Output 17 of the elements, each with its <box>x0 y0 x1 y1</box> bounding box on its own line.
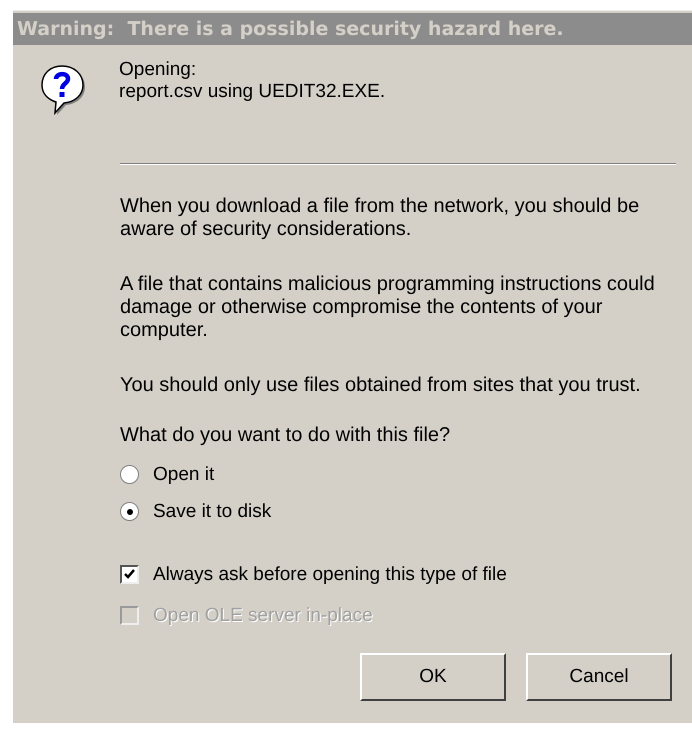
dialog-button[interactable]: OK <box>360 653 506 701</box>
check-mark-icon <box>123 568 136 581</box>
checkbox[interactable] <box>120 565 139 584</box>
dialog-button[interactable]: Cancel <box>526 653 672 701</box>
paragraph: A file that contains malicious programming instructions could damage or otherwise compromise the contents of your computer. <box>120 273 656 342</box>
paragraph: You should only use files obtained from sites that you trust. <box>120 374 642 397</box>
radio-button[interactable] <box>120 502 139 521</box>
window-title: Warning: There is a possible security hazard here. <box>17 18 564 40</box>
radio-label[interactable]: Open it <box>153 463 214 486</box>
file-info: report.csv using UEDIT32.EXE. <box>119 81 386 103</box>
checkbox-label[interactable]: Always ask before opening this type of file <box>153 563 507 586</box>
opening-label: Opening: <box>119 59 198 81</box>
paragraph: When you download a file from the network, you should be aware of security considerations. <box>120 195 640 241</box>
question-text: What do you want to do with this file? <box>120 424 452 447</box>
radio-label[interactable]: Save it to disk <box>153 500 272 523</box>
radio-button[interactable] <box>120 465 139 484</box>
question-bubble-icon <box>39 63 85 115</box>
